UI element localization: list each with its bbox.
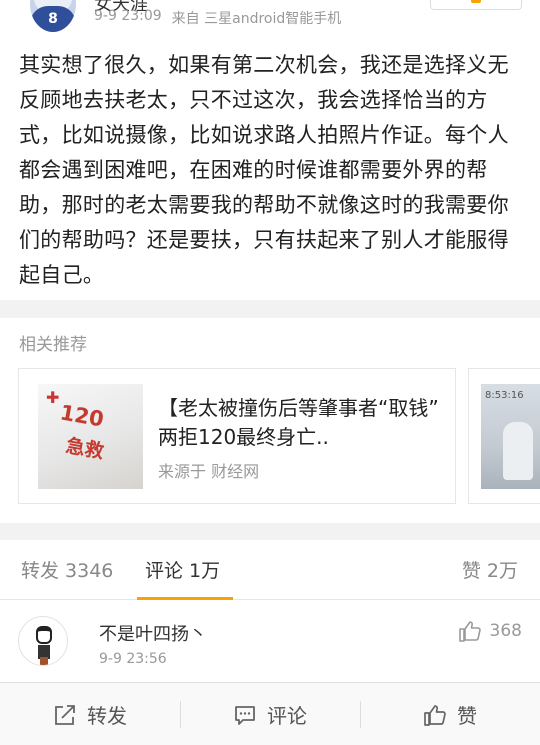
thumb-timestamp: 8:53:16: [485, 390, 524, 401]
tab-comment[interactable]: 评论 1万: [145, 556, 220, 583]
comment-time: 9-9 23:56: [99, 651, 167, 667]
comment-icon: [233, 703, 257, 727]
post-timestamp: 9-9 23:09: [94, 8, 162, 24]
follow-button[interactable]: [430, 0, 522, 10]
post-body: 其实想了很久，如果有第二次机会，我还是选择义无反顾地去扶老太，只不过这次，我会选…: [19, 53, 509, 287]
author-avatar[interactable]: 8: [30, 0, 76, 32]
thumbs-up-icon: [458, 620, 482, 642]
avatar-jersey-number: 8: [30, 6, 76, 32]
tab-like[interactable]: 赞 2万: [462, 556, 518, 583]
related-headline: 【老太被撞伤后等肇事者“取钱” 两拒120最终身亡..: [158, 396, 439, 449]
thumbs-up-icon: [423, 703, 447, 727]
related-thumbnail: ✚ 120 急救: [38, 384, 143, 489]
thumb-sign-120: 120: [58, 400, 106, 432]
comment-item[interactable]: 不是叶四扬丶 9-9 23:56 368: [0, 600, 540, 682]
like-button[interactable]: 赞: [360, 683, 540, 745]
thumb-person: [503, 422, 533, 480]
related-section: 相关推荐 ✚ 120 急救 【老太被撞伤后等肇事者“取钱” 两拒120最终身亡.…: [0, 318, 540, 523]
avatar-face: [36, 626, 52, 644]
comment-button[interactable]: 评论: [180, 683, 360, 745]
related-thumbnail-partial: 8:53:16: [481, 384, 540, 489]
comment-like-button[interactable]: 368: [458, 620, 522, 642]
repost-button[interactable]: 转发: [0, 683, 180, 745]
avatar-legs: [40, 657, 48, 665]
post-source: 来自 三星android智能手机: [171, 11, 342, 27]
post-meta: 9-9 23:09 来自 三星android智能手机: [94, 8, 341, 28]
comment-like-count: 368: [489, 621, 522, 641]
related-title: 相关推荐: [19, 335, 87, 355]
commenter-avatar[interactable]: [18, 616, 68, 666]
tab-repost[interactable]: 转发 3346: [21, 556, 113, 583]
related-card-partial[interactable]: 8:53:16: [468, 368, 540, 504]
thumb-sign-emergency: 急救: [64, 434, 106, 464]
related-source: 来源于 财经网: [158, 462, 260, 481]
comment-label: 评论: [267, 704, 307, 728]
like-label: 赞: [457, 704, 477, 728]
bottom-action-bar: 转发 评论 赞: [0, 682, 540, 745]
post-card: 8 女天涯 9-9 23:09 来自 三星android智能手机 其实想了很久，…: [0, 0, 540, 300]
follow-icon: [471, 0, 481, 3]
repost-label: 转发: [87, 704, 127, 728]
commenter-name[interactable]: 不是叶四扬丶: [99, 620, 207, 646]
interaction-tabs: 转发 3346 评论 1万 赞 2万: [0, 540, 540, 600]
red-cross-icon: ✚: [46, 388, 60, 407]
related-card[interactable]: ✚ 120 急救 【老太被撞伤后等肇事者“取钱” 两拒120最终身亡.. 来源于…: [18, 368, 456, 504]
share-icon: [53, 703, 77, 727]
